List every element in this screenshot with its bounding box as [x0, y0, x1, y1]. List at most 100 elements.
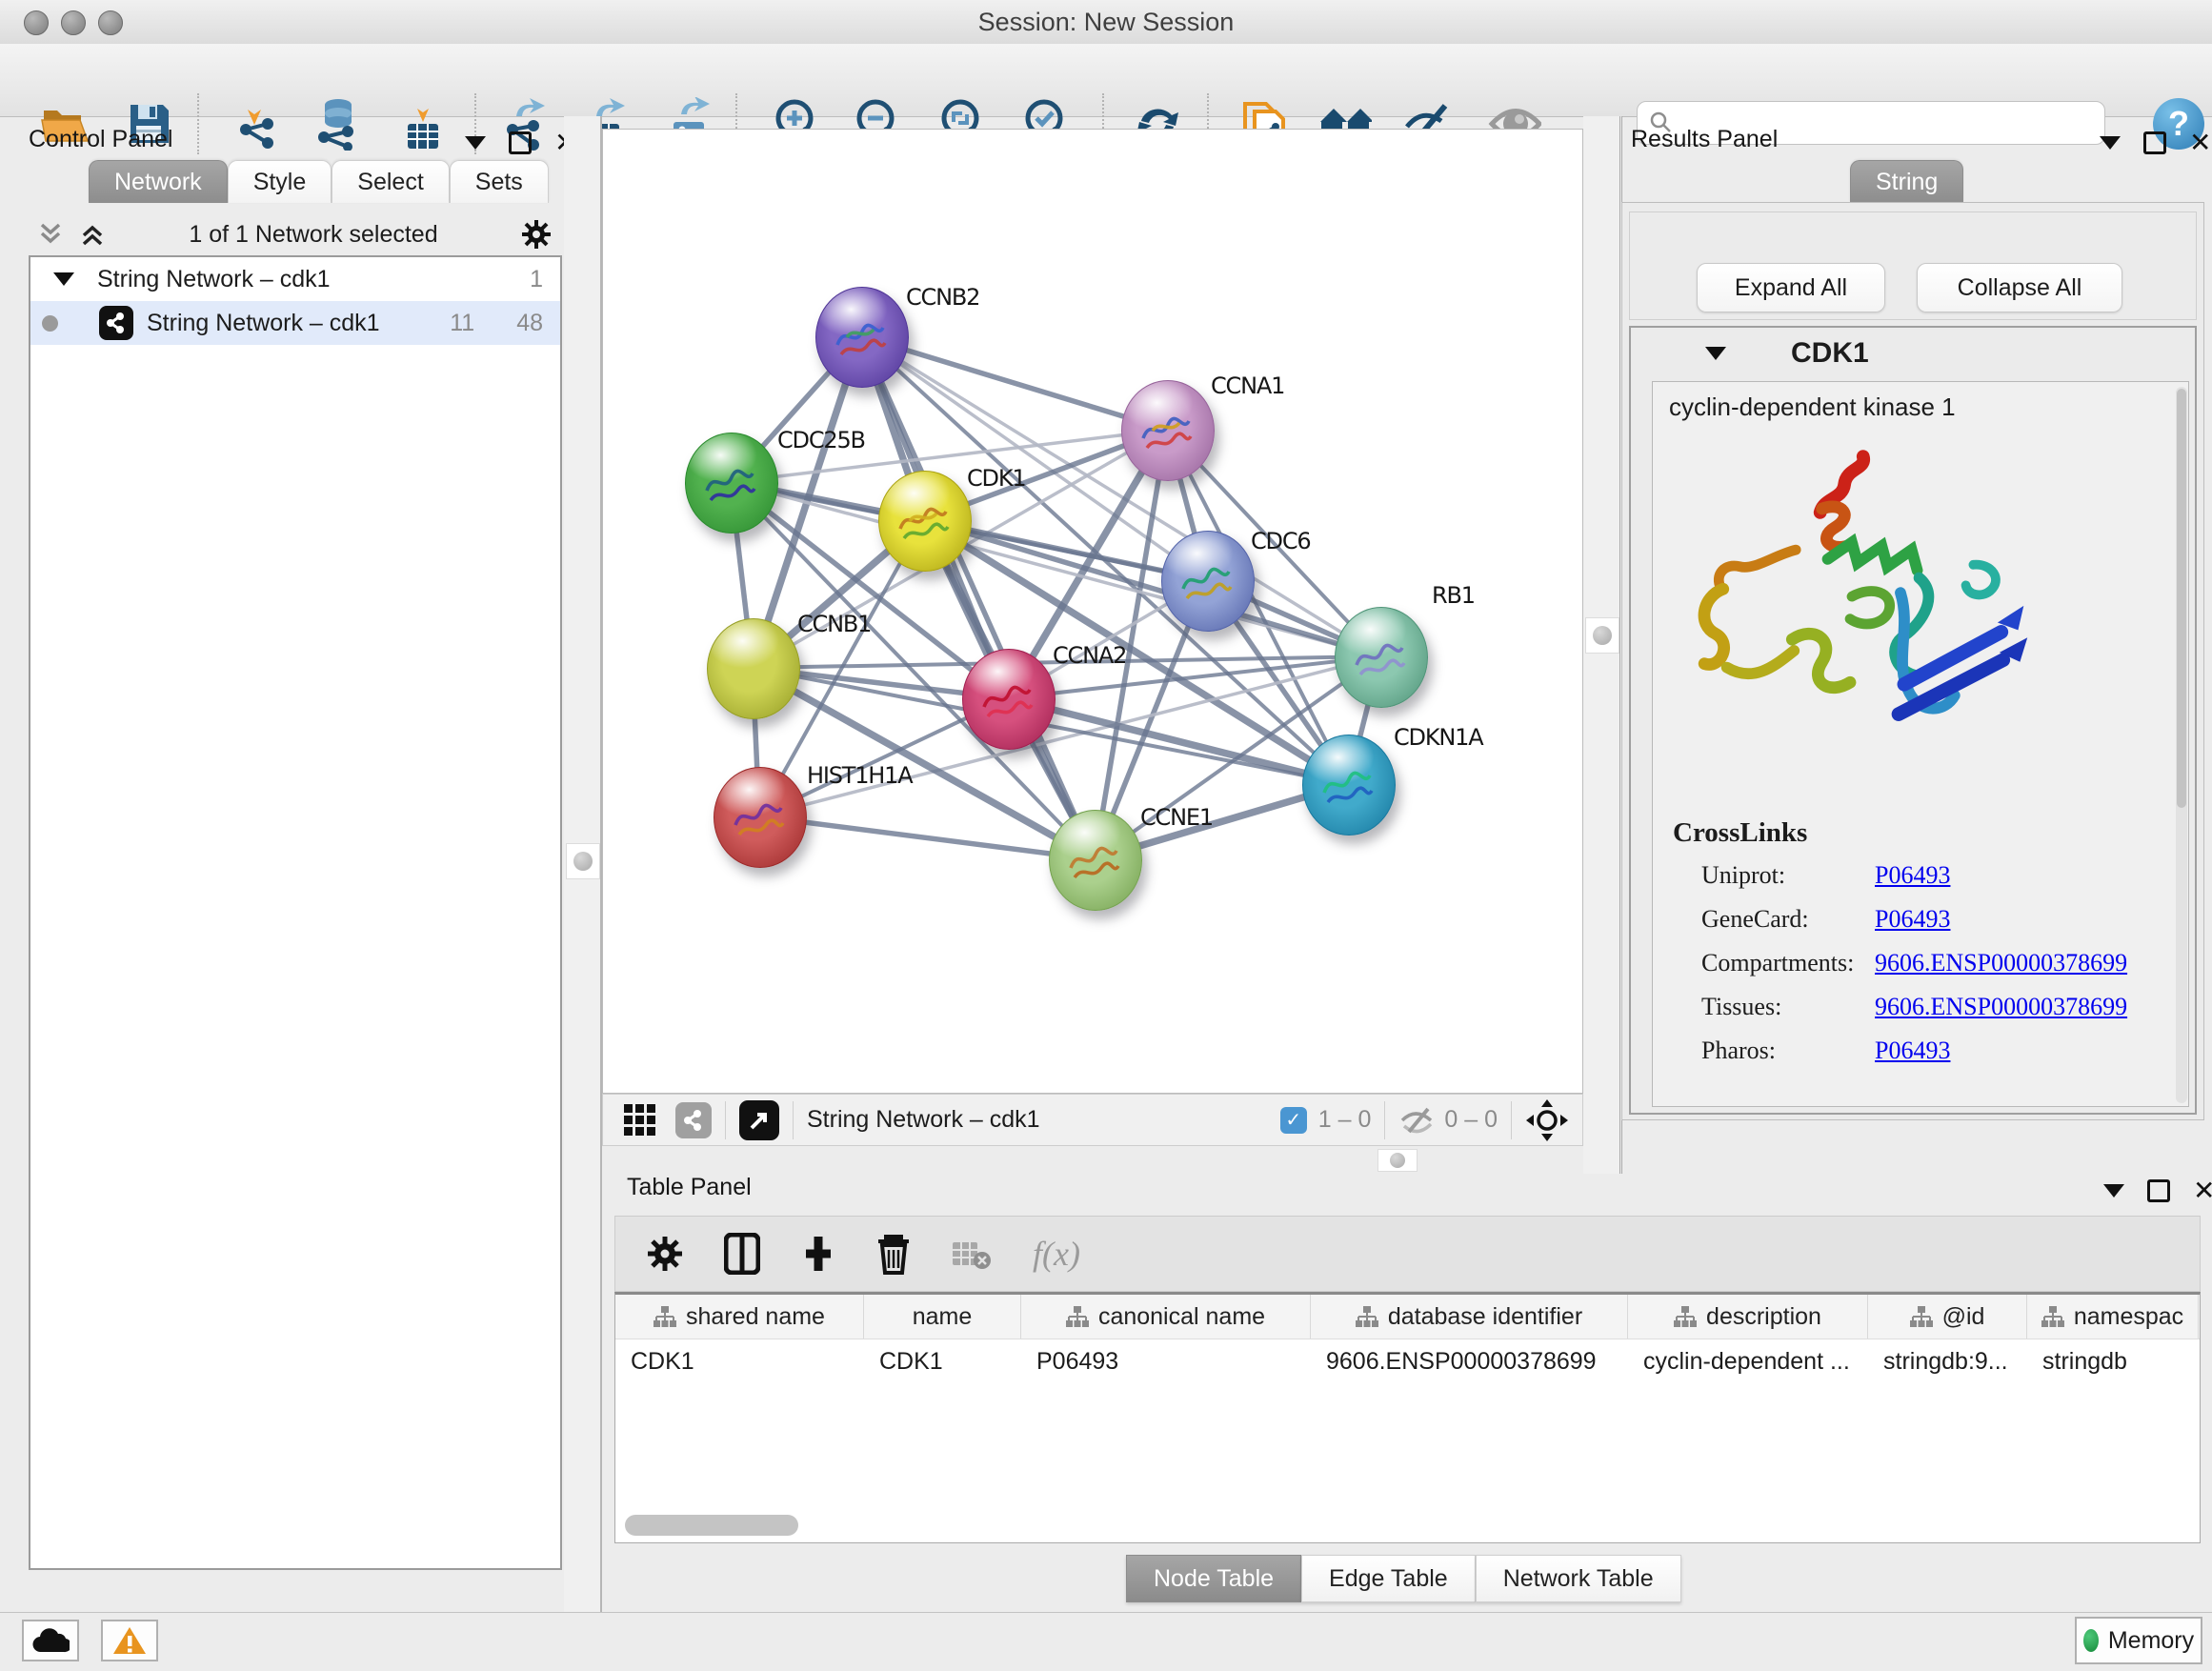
node-CCNA2[interactable] — [962, 649, 1056, 750]
expand-all-button[interactable]: Expand All — [1697, 263, 1885, 312]
hidden-eye-icon — [1398, 1105, 1437, 1136]
column-header-canonical-name[interactable]: canonical name — [1021, 1295, 1311, 1339]
crosslink-link[interactable]: 9606.ENSP00000378699 — [1875, 993, 2127, 1021]
left-splitter-handle[interactable] — [566, 843, 600, 879]
panel-menu-icon[interactable] — [2100, 136, 2121, 150]
table-cell[interactable]: P06493 — [1021, 1348, 1311, 1376]
crosslink-link[interactable]: 9606.ENSP00000378699 — [1875, 949, 2127, 977]
import-network-file-icon[interactable] — [231, 97, 285, 151]
float-panel-icon[interactable] — [2147, 1179, 2170, 1202]
tab-sets[interactable]: Sets — [450, 160, 549, 203]
collection-expander-icon[interactable] — [53, 272, 74, 286]
node-CCNA1[interactable] — [1121, 380, 1215, 481]
gene-section-header[interactable]: CDK1 — [1629, 326, 2197, 381]
gene-expander-icon[interactable] — [1705, 347, 1726, 360]
table-tabs: Node TableEdge TableNetwork Table — [1126, 1555, 1681, 1602]
open-in-window-icon[interactable] — [739, 1100, 779, 1140]
panel-menu-icon[interactable] — [2103, 1184, 2124, 1198]
node-CDK1[interactable] — [878, 471, 972, 572]
table-cell[interactable]: cyclin-dependent ... — [1628, 1348, 1868, 1376]
column-header-database-identifier[interactable]: database identifier — [1311, 1295, 1628, 1339]
table-panel-title: Table Panel — [627, 1174, 752, 1201]
table-cell[interactable]: CDK1 — [615, 1348, 864, 1376]
current-network-dot-icon — [42, 315, 58, 332]
import-network-database-icon[interactable] — [312, 97, 365, 151]
node-CCNB1[interactable] — [707, 618, 800, 719]
network-share-view-icon[interactable] — [675, 1102, 712, 1138]
column-header-label: description — [1706, 1303, 1821, 1331]
cloud-button[interactable] — [22, 1620, 79, 1661]
import-table-icon[interactable] — [396, 97, 450, 151]
delete-column-icon[interactable] — [876, 1233, 911, 1275]
panel-menu-icon[interactable] — [465, 136, 486, 150]
crosslink-label: Uniprot: — [1701, 861, 1785, 890]
node-RB1[interactable] — [1335, 607, 1428, 708]
tab-node-table[interactable]: Node Table — [1126, 1555, 1301, 1602]
tab-edge-table[interactable]: Edge Table — [1301, 1555, 1476, 1602]
node-label-CCNB1: CCNB1 — [797, 611, 871, 637]
collection-count: 1 — [530, 266, 543, 293]
tab-network-table[interactable]: Network Table — [1476, 1555, 1681, 1602]
table-cell[interactable]: CDK1 — [864, 1348, 1021, 1376]
create-column-icon[interactable] — [800, 1233, 836, 1275]
warning-icon — [111, 1625, 148, 1656]
network-canvas[interactable]: CCNB2CCNA1CDC25BCDK1CDC6RB1CCNB1CCNA2CDK… — [602, 129, 1583, 1094]
control-panel-title: Control Panel — [29, 126, 172, 153]
node-CCNB2[interactable] — [815, 287, 909, 388]
table-cell[interactable]: stringdb:9... — [1868, 1348, 2027, 1376]
node-label-CCNA2: CCNA2 — [1053, 642, 1126, 669]
column-header--id[interactable]: @id — [1868, 1295, 2027, 1339]
table-horizontal-scrollbar[interactable] — [621, 1513, 2193, 1538]
birds-eye-navigator-icon[interactable] — [1525, 1098, 1569, 1142]
control-panel-header-icons: ✕ — [465, 131, 576, 154]
crosslink-link[interactable]: P06493 — [1875, 1037, 1950, 1065]
table-cell[interactable]: 9606.ENSP00000378699 — [1311, 1348, 1628, 1376]
show-columns-icon[interactable] — [724, 1233, 760, 1275]
node-label-CDKN1A: CDKN1A — [1394, 724, 1482, 751]
collapse-all-button[interactable]: Collapse All — [1917, 263, 2122, 312]
node-HIST1H1A[interactable] — [714, 767, 807, 868]
table-header-row: shared namenamecanonical namedatabase id… — [615, 1295, 2200, 1339]
right-splitter-handle[interactable] — [1585, 617, 1619, 654]
node-CDKN1A[interactable] — [1302, 735, 1396, 836]
edge-HIST1H1A-CCNE1[interactable] — [759, 816, 1095, 859]
grid-view-icon[interactable] — [622, 1102, 658, 1138]
tab-style[interactable]: Style — [228, 160, 332, 203]
node-label-CCNB2: CCNB2 — [906, 284, 979, 311]
table-scrollbar-thumb[interactable] — [625, 1515, 798, 1536]
table-row[interactable]: CDK1CDK1P064939606.ENSP00000378699cyclin… — [615, 1339, 2200, 1383]
column-header-description[interactable]: description — [1628, 1295, 1868, 1339]
network-collection-row[interactable]: String Network – cdk1 1 — [30, 257, 560, 301]
control-panel-tabs: NetworkStyleSelectSets — [89, 160, 549, 203]
tab-string[interactable]: String — [1850, 160, 1963, 203]
results-scrollbar-thumb[interactable] — [2177, 389, 2186, 808]
collapse-all-icon[interactable] — [36, 220, 65, 249]
node-label-CDC6: CDC6 — [1251, 528, 1310, 554]
gear-icon[interactable] — [520, 218, 553, 251]
node-table[interactable]: shared namenamecanonical namedatabase id… — [614, 1292, 2201, 1543]
memory-button[interactable]: Memory — [2075, 1617, 2202, 1664]
float-panel-icon[interactable] — [2143, 131, 2166, 154]
float-panel-icon[interactable] — [509, 131, 532, 154]
crosslink-link[interactable]: P06493 — [1875, 905, 1950, 934]
column-header-shared-name[interactable]: shared name — [615, 1295, 864, 1339]
crosslink-link[interactable]: P06493 — [1875, 861, 1950, 890]
results-scrollbar[interactable] — [2176, 387, 2187, 1103]
column-header-namespac[interactable]: namespac — [2027, 1295, 2199, 1339]
node-CCNE1[interactable] — [1049, 810, 1142, 911]
warning-button[interactable] — [101, 1620, 158, 1661]
selected-checkbox-icon[interactable]: ✓ — [1280, 1107, 1307, 1134]
network-row[interactable]: String Network – cdk1 11 48 — [30, 301, 560, 345]
close-panel-icon[interactable]: ✕ — [2193, 1181, 2212, 1200]
column-header-name[interactable]: name — [864, 1295, 1021, 1339]
hidden-counts: 0 – 0 — [1444, 1106, 1498, 1134]
node-CDC25B[interactable] — [685, 433, 778, 534]
close-panel-icon[interactable]: ✕ — [2189, 133, 2211, 152]
table-settings-gear-icon[interactable] — [646, 1235, 684, 1273]
horizontal-splitter-handle[interactable] — [1377, 1149, 1418, 1172]
node-CDC6[interactable] — [1161, 531, 1255, 632]
table-cell[interactable]: stringdb — [2027, 1348, 2199, 1376]
tab-select[interactable]: Select — [332, 160, 449, 203]
tab-network[interactable]: Network — [89, 160, 228, 203]
expand-all-icon[interactable] — [78, 220, 107, 249]
